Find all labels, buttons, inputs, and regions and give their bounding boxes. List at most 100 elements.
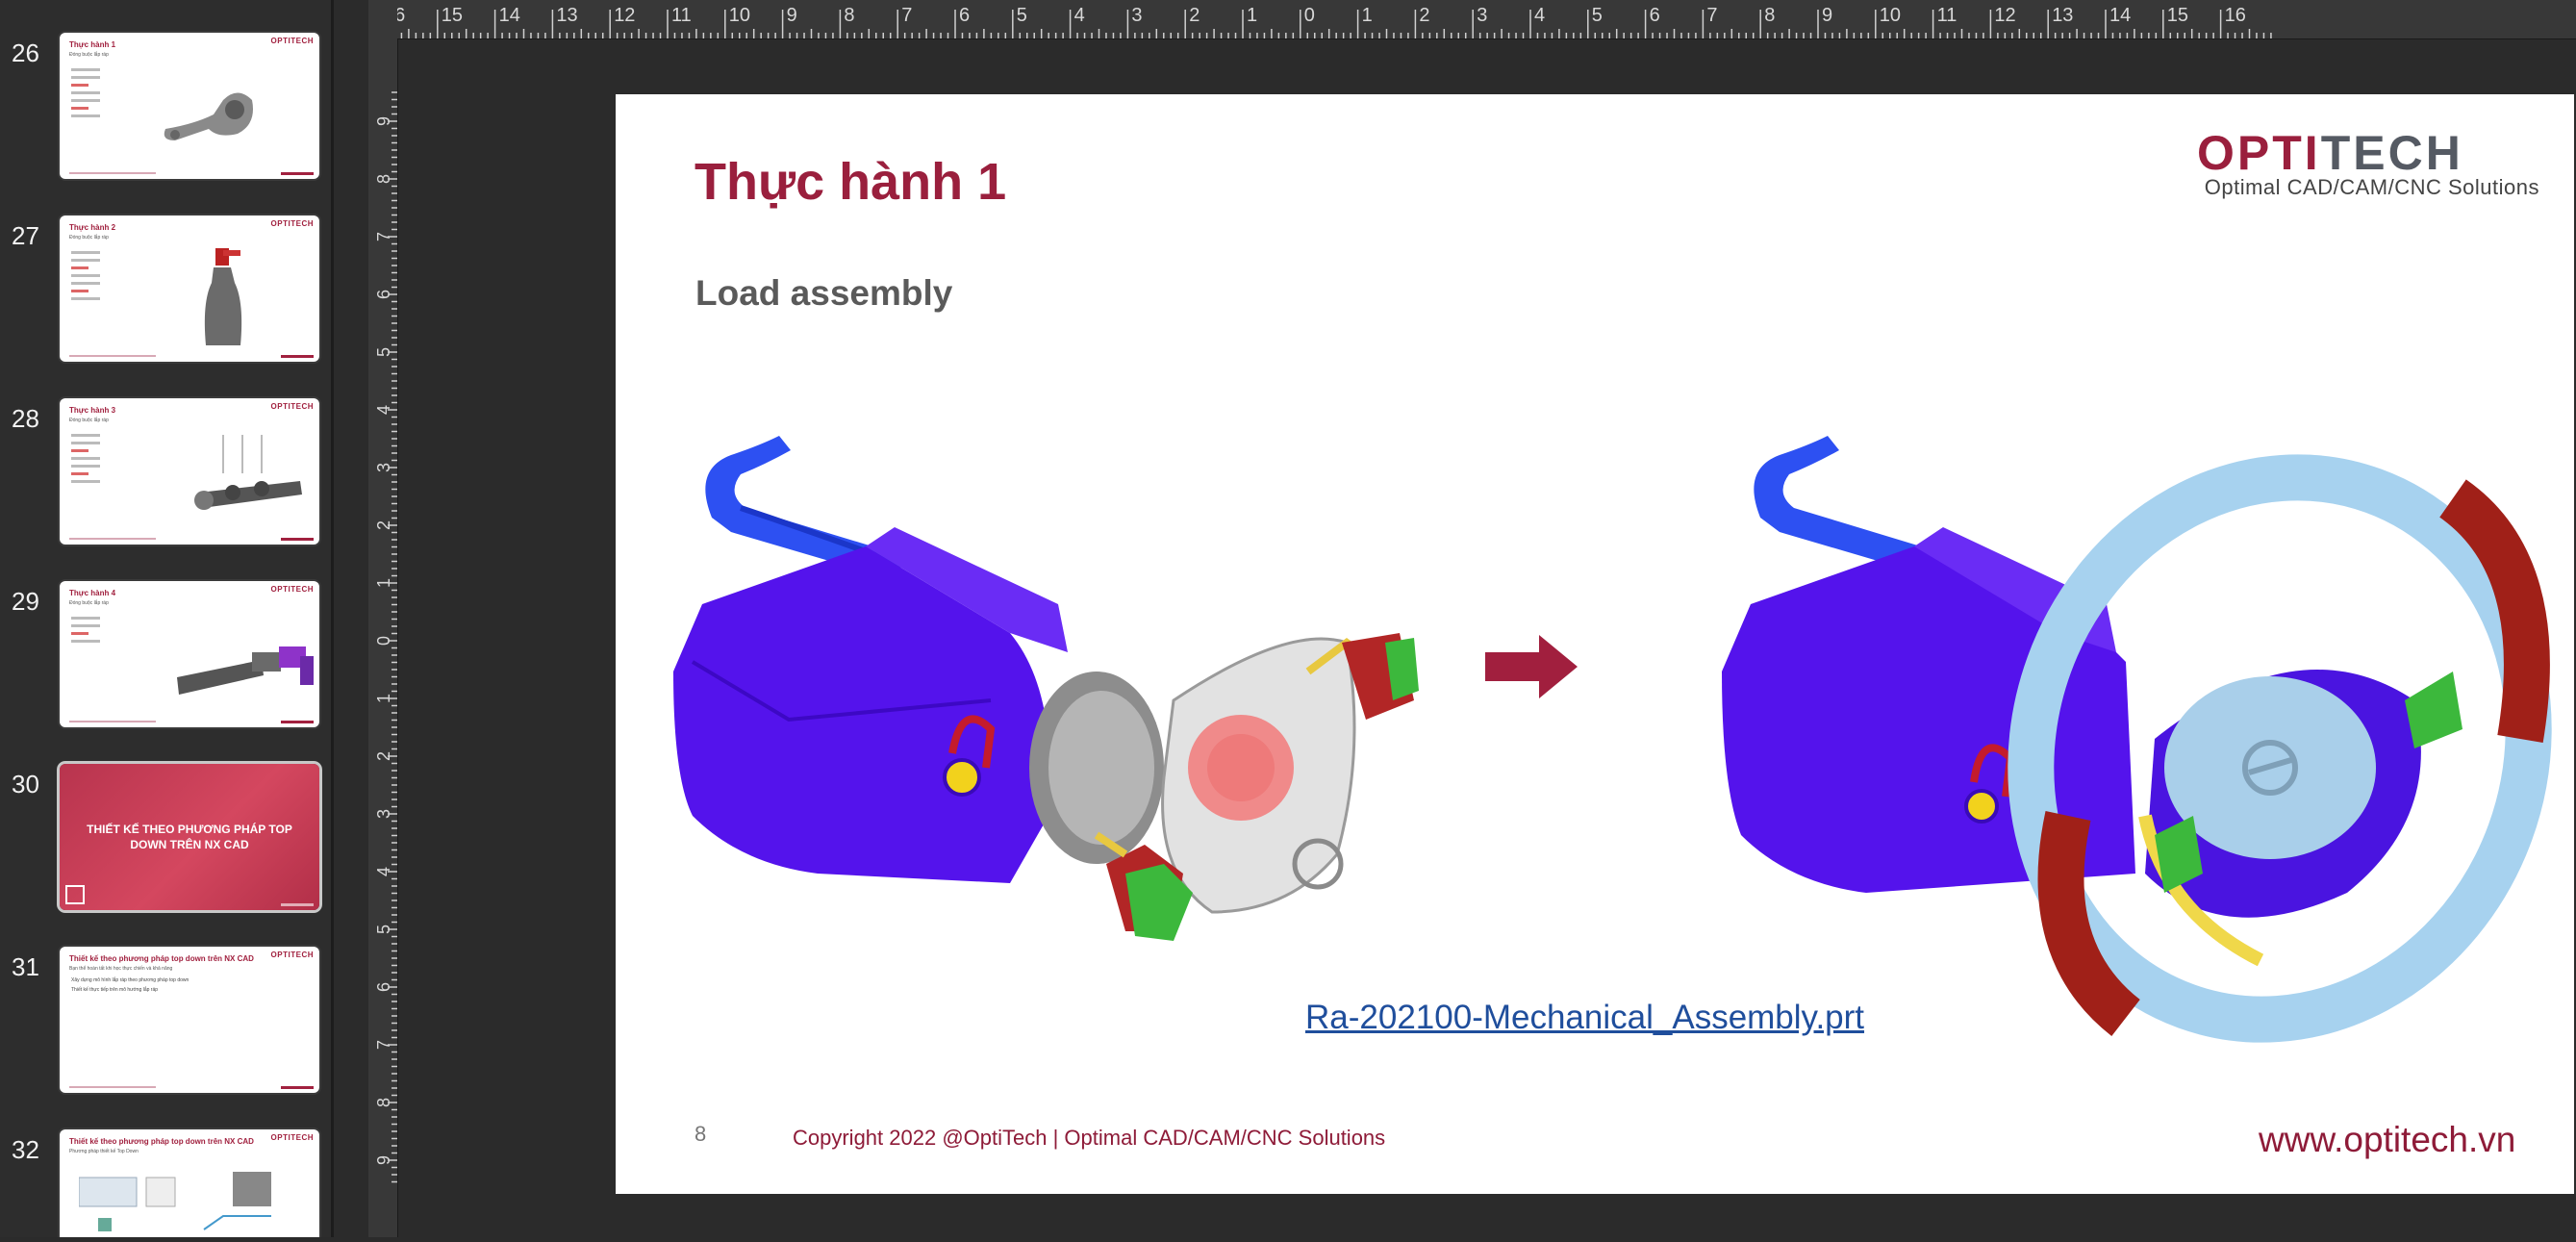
thumbnail-footer-text — [69, 172, 156, 174]
qr-code-icon — [65, 885, 85, 904]
bracket-part-icon — [164, 92, 253, 140]
thumbnail-number: 30 — [12, 770, 39, 798]
footer-website[interactable]: www.optitech.vn — [2259, 1120, 2515, 1160]
vertical-ruler-scale: 9876543210123456789 — [374, 91, 397, 1183]
thumbnail-row-30[interactable]: 30 THIẾT KẾ THEO PHƯƠNG PHÁP TOP DOWN TR… — [0, 764, 331, 927]
thumbnail-subtitle: Bạn thể hoàn tất khi học thực chiến và k… — [69, 966, 173, 972]
ruler-label: 7 — [1706, 5, 1717, 26]
thumbnail-number: 26 — [12, 38, 39, 67]
ruler-label: 14 — [2109, 5, 2131, 26]
slide-thumbnail-32[interactable]: Thiết kế theo phương pháp top down trên … — [60, 1129, 319, 1237]
right-arrow-icon — [1485, 635, 1578, 698]
thumbnail-logo: OPTITECH — [270, 37, 314, 45]
thumbnail-row-32[interactable]: 32 Thiết kế theo phương pháp top down tr… — [0, 1129, 331, 1237]
ruler-label: 4 — [1534, 5, 1545, 26]
ruler-label: 10 — [1880, 5, 1901, 26]
ruler-label: 8 — [844, 5, 854, 26]
ruler-label: 9 — [787, 5, 797, 26]
slide-subtitle[interactable]: Load assembly — [695, 273, 952, 314]
slide-page-number: 8 — [695, 1122, 707, 1146]
ruler-label: 11 — [671, 5, 692, 26]
thumbnail-logo: OPTITECH — [270, 1133, 314, 1142]
thumbnail-number: 27 — [12, 221, 39, 250]
ruler-label: 2 — [1189, 5, 1200, 26]
ruler-label: 15 — [442, 5, 463, 26]
ruler-label: 6 — [1650, 5, 1660, 26]
thumbnail-footer-text — [69, 355, 156, 357]
thumbnail-footer-text — [69, 1086, 156, 1088]
thumbnail-steps — [71, 612, 100, 700]
thumbnail-row-31[interactable]: 31 Thiết kế theo phương pháp top down tr… — [0, 947, 331, 1110]
slide-thumbnail-30[interactable]: THIẾT KẾ THEO PHƯƠNG PHÁP TOP DOWN TRÊN … — [60, 764, 319, 910]
thumbnail-footer-url — [281, 903, 314, 906]
thumbnail-row-27[interactable]: 27 Thực hành 2 Đóng buộc lắp ráp OPTITEC… — [0, 215, 331, 379]
thumbnail-steps — [71, 63, 100, 152]
slide-thumbnail-29[interactable]: Thực hành 4 Đóng buộc lắp ráp OPTITECH — [60, 581, 319, 727]
thumbnail-title: Thiết kế theo phương pháp top down trên … — [69, 1137, 254, 1146]
ruler-corner — [368, 0, 397, 38]
thumbnail-logo: OPTITECH — [270, 951, 314, 959]
thumbnail-title: Thiết kế theo phương pháp top down trên … — [69, 954, 254, 963]
thumbnail-number: 28 — [12, 404, 39, 433]
ruler-label: 3 — [1477, 5, 1487, 26]
ruler-label: 6 — [959, 5, 970, 26]
slide-thumbnail-28[interactable]: Thực hành 3 Đóng buộc lắp ráp OPTITECH — [60, 398, 319, 545]
thumbnail-subtitle: Đóng buộc lắp ráp — [69, 418, 109, 423]
thumbnail-footer-url — [281, 172, 314, 175]
ruler-label: 11 — [1937, 5, 1957, 26]
ruler-label: 2 — [1419, 5, 1429, 26]
ruler-label: 14 — [499, 5, 520, 26]
ruler-label: 4 — [1074, 5, 1085, 26]
ruler-label: 5 — [1592, 5, 1603, 26]
thumbnail-subtitle: Đóng buộc lắp ráp — [69, 600, 109, 606]
machine-assembly-icon — [177, 646, 314, 695]
ruler-label: 15 — [2167, 5, 2188, 26]
thumbnail-bullet: Xây dựng mô hình lắp ráp theo phương phá… — [71, 977, 189, 983]
spray-bottle-icon — [204, 248, 242, 345]
crankshaft-icon — [194, 435, 302, 510]
ruler-label: 13 — [2052, 5, 2073, 26]
thumbnail-footer-url — [281, 355, 314, 358]
ruler-label: 0 — [1304, 5, 1315, 26]
slide-canvas[interactable]: Thực hành 1 Load assembly OPTITECH Optim… — [616, 94, 2574, 1194]
slide-title[interactable]: Thực hành 1 — [695, 152, 1006, 212]
ruler-label: 1 — [1247, 5, 1257, 26]
thumbnail-logo: OPTITECH — [270, 402, 314, 411]
assembly-file-link[interactable]: Ra-202100-Mechanical_Assembly.prt — [1305, 999, 1864, 1037]
thumbnail-footer-url — [281, 1086, 314, 1089]
horizontal-ruler-scale: 1615141312111098765432101234567891011121… — [379, 5, 2272, 38]
thumbnail-title: THIẾT KẾ THEO PHƯƠNG PHÁP TOP DOWN TRÊN … — [87, 823, 292, 851]
slide-thumbnail-pane[interactable]: 26 Thực hành 1 Đóng buộc lắp ráp OPTITEC… — [0, 0, 334, 1237]
ruler-label: 3 — [1131, 5, 1142, 26]
thumbnail-row-29[interactable]: 29 Thực hành 4 Đóng buộc lắp ráp OPTITEC… — [0, 581, 331, 745]
horizontal-ruler[interactable]: 1615141312111098765432101234567891011121… — [368, 0, 2576, 39]
assembled-steering-wheel-image[interactable] — [1722, 412, 2559, 1085]
slide-thumbnail-27[interactable]: Thực hành 2 Đóng buộc lắp ráp OPTITECH — [60, 215, 319, 362]
ruler-label: 16 — [2225, 5, 2246, 26]
thumbnail-title: Thực hành 4 — [69, 589, 116, 597]
thumbnail-bullet: Thiết kế thực tiếp trên mô hướng lắp ráp — [71, 987, 159, 993]
slide-thumbnail-26[interactable]: Thực hành 1 Đóng buộc lắp ráp OPTITECH — [60, 33, 319, 179]
thumbnail-title: Thực hành 1 — [69, 40, 116, 49]
thumbnail-subtitle: Phương pháp thiết kế Top Down — [69, 1149, 139, 1154]
thumbnail-number: 32 — [12, 1135, 39, 1164]
thumbnail-logo: OPTITECH — [270, 219, 314, 228]
thumbnail-steps — [71, 429, 100, 518]
thumbnail-footer-url — [281, 538, 314, 541]
thumbnail-subtitle: Đóng buộc lắp ráp — [69, 52, 109, 58]
logo-tagline: Optimal CAD/CAM/CNC Solutions — [2204, 175, 2539, 199]
ruler-label: 12 — [614, 5, 635, 26]
thumbnail-row-26[interactable]: 26 Thực hành 1 Đóng buộc lắp ráp OPTITEC… — [0, 33, 331, 196]
thumbnail-title: Thực hành 3 — [69, 406, 116, 415]
thumbnail-title: Thực hành 2 — [69, 223, 116, 232]
ruler-label: 1 — [1362, 5, 1373, 26]
ruler-label: 8 — [1764, 5, 1775, 26]
thumbnail-number: 29 — [12, 587, 39, 616]
slide-thumbnail-31[interactable]: Thiết kế theo phương pháp top down trên … — [60, 947, 319, 1093]
thumbnail-row-28[interactable]: 28 Thực hành 3 Đóng buộc lắp ráp OPTITEC… — [0, 398, 331, 562]
exploded-steering-assembly-image[interactable] — [673, 412, 1462, 1018]
vertical-ruler[interactable]: 9876543210123456789 — [368, 38, 398, 1237]
thumbnail-subtitle: Đóng buộc lắp ráp — [69, 235, 109, 241]
thumbnail-footer-text — [69, 721, 156, 722]
ruler-label: 13 — [556, 5, 577, 26]
